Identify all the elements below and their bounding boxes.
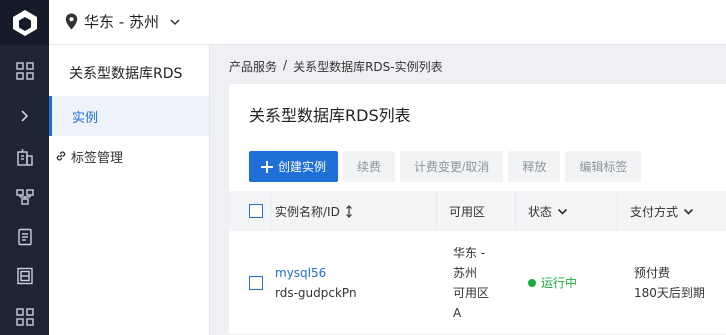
row-checkbox[interactable] [249,275,263,290]
sidebar-item-label: 标签管理 [71,150,124,166]
create-instance-button[interactable]: 创建实例 [249,151,339,182]
instance-name-cell: mysql56 rds-gudpckPn [271,231,437,334]
zone-line: A [453,305,462,320]
status-badge: 运行中 [528,274,577,291]
chevron-down-icon [170,18,180,25]
select-all-checkbox[interactable] [249,204,263,218]
region-selector[interactable]: 华东 - 苏州 [65,11,181,32]
toolbar: 创建实例 续费 计费变更/取消 释放 编辑标签 [249,151,642,182]
filter-chevron-icon[interactable] [557,206,568,217]
breadcrumb-separator: / [283,58,288,72]
header-zone-label: 可用区 [449,204,486,219]
header-payment-label: 支付方式 [630,204,679,219]
zone-cell: 华东 - 苏州 可用区 A [437,231,516,334]
logo-icon [12,9,37,36]
header-payment[interactable]: 支付方式 [618,191,726,231]
building-icon[interactable] [0,137,49,177]
payment-cell: 预付费 180天后到期 [618,231,726,334]
table-row[interactable]: mysql56 rds-gudpckPn 华东 - 苏州 可用区 A 运行中 预… [229,231,726,335]
sidebar-item-instances[interactable]: 实例 [49,96,209,136]
breadcrumb-root[interactable]: 产品服务 [229,58,277,75]
status-cell: 运行中 [516,231,618,334]
create-instance-label: 创建实例 [278,160,327,174]
header-select-cell [229,191,271,231]
instance-name-link[interactable]: mysql56 [275,266,326,280]
zone-line: 可用区 [453,285,490,300]
row-select-cell [229,231,271,334]
instance-id: rds-gudpckPn [275,285,357,300]
secondary-sidebar: 关系型数据库RDS 实例 标签管理 [49,45,210,335]
instance-list-card: 关系型数据库RDS列表 创建实例 续费 计费变更/取消 释放 编辑标签 实例名称… [229,84,726,335]
region-label: 华东 - 苏州 [84,13,159,31]
header-status[interactable]: 状态 [516,191,618,231]
breadcrumb: 产品服务 / 关系型数据库RDS-实例列表 [229,58,443,75]
location-pin-icon [65,13,78,30]
renew-button[interactable]: 续费 [343,151,396,182]
zone-line: 华东 - [453,245,486,260]
tag-link-icon [56,151,66,161]
top-bar: 华东 - 苏州 [49,0,726,45]
header-name[interactable]: 实例名称/ID [271,191,437,231]
payment-type: 预付费 [634,265,671,280]
sort-icon[interactable] [345,204,353,218]
edit-tags-button[interactable]: 编辑标签 [565,151,642,182]
table-header: 实例名称/ID 可用区 状态 支付方式 [229,191,726,231]
page-title: 关系型数据库RDS列表 [249,106,411,125]
payment-expiry: 180天后到期 [634,285,705,300]
network-icon[interactable] [0,177,49,217]
left-rail [0,0,49,335]
status-dot-icon [528,278,536,287]
header-zone: 可用区 [437,191,516,231]
zone-line: 苏州 [453,265,478,280]
expand-chevron-icon[interactable] [0,96,49,136]
sidebar-title: 关系型数据库RDS [69,66,183,82]
filter-chevron-icon[interactable] [683,206,694,217]
sidebar-item-label: 实例 [72,110,99,126]
header-status-label: 状态 [528,204,553,219]
billing-change-button[interactable]: 计费变更/取消 [400,151,504,182]
grid-icon[interactable] [0,51,49,91]
logo[interactable] [0,0,49,45]
breadcrumb-current: 关系型数据库RDS-实例列表 [293,60,443,74]
header-name-label: 实例名称/ID [275,204,340,219]
sidebar-item-tag-management[interactable]: 标签管理 [49,136,209,176]
apps-icon[interactable] [0,297,49,335]
release-button[interactable]: 释放 [508,151,561,182]
document-icon[interactable] [0,217,49,257]
database-icon[interactable] [0,256,49,296]
plus-icon [261,160,273,173]
status-label: 运行中 [541,276,578,290]
